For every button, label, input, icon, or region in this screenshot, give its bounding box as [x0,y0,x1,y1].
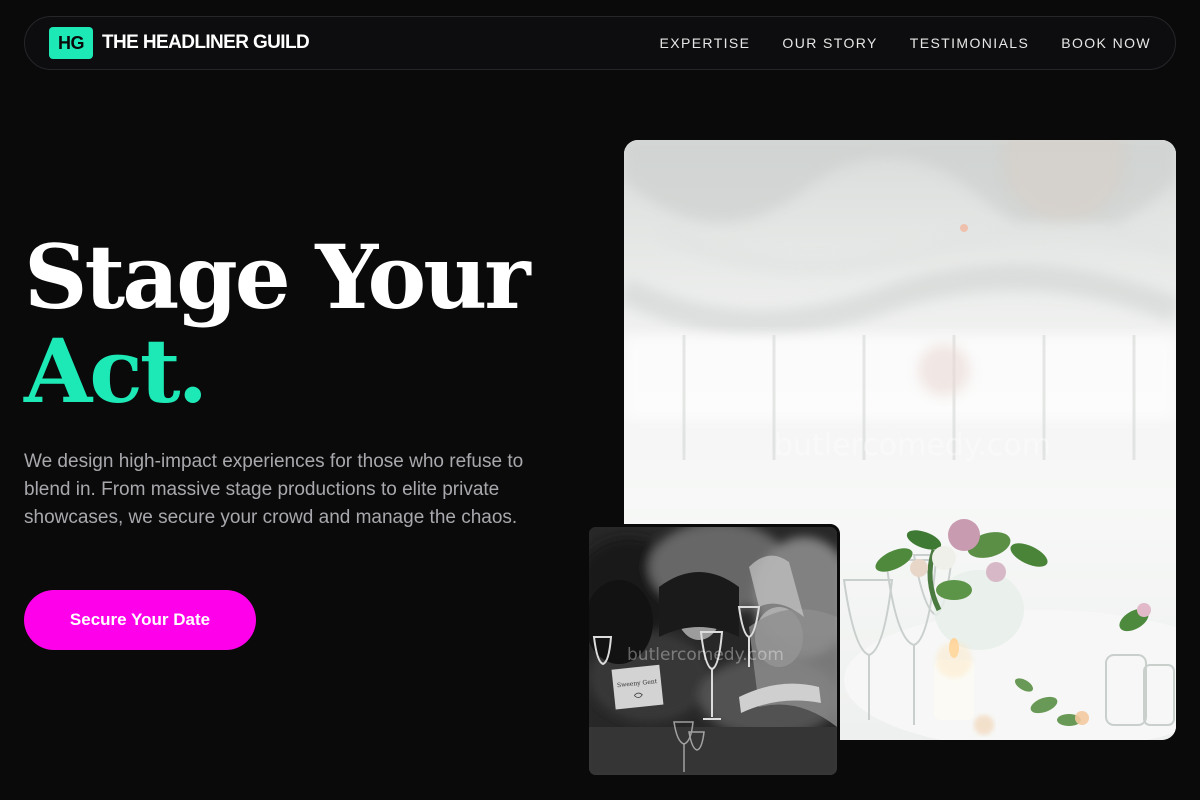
nav-link-book-now[interactable]: BOOK NOW [1061,35,1151,51]
hero-title-line2: Act. [24,319,208,423]
brand-logo[interactable]: HG THE HEADLINER GUILD [49,27,310,59]
top-nav-bar: HG THE HEADLINER GUILD EXPERTISE OUR STO… [24,16,1176,70]
hero-description: We design high-impact experiences for th… [24,451,524,528]
main-photo-watermark: butlercomedy.com [774,428,1051,463]
nav-links: EXPERTISE OUR STORY TESTIMONIALS BOOK NO… [627,35,1151,51]
small-photo-watermark: butlercomedy.com [627,645,784,665]
brand-name: THE HEADLINER GUILD [102,32,310,53]
hero-title-line1: Stage Your [24,225,531,329]
hero-title: Stage Your Act. [24,225,531,423]
guests-toast-photo: Sweeny Gent butlercomedy.com [586,524,840,778]
brand-badge: HG [49,27,93,59]
nav-link-expertise[interactable]: EXPERTISE [659,35,750,51]
nav-link-our-story[interactable]: OUR STORY [782,35,877,51]
secure-date-button[interactable]: Secure Your Date [24,590,256,650]
nav-link-testimonials[interactable]: TESTIMONIALS [910,35,1029,51]
